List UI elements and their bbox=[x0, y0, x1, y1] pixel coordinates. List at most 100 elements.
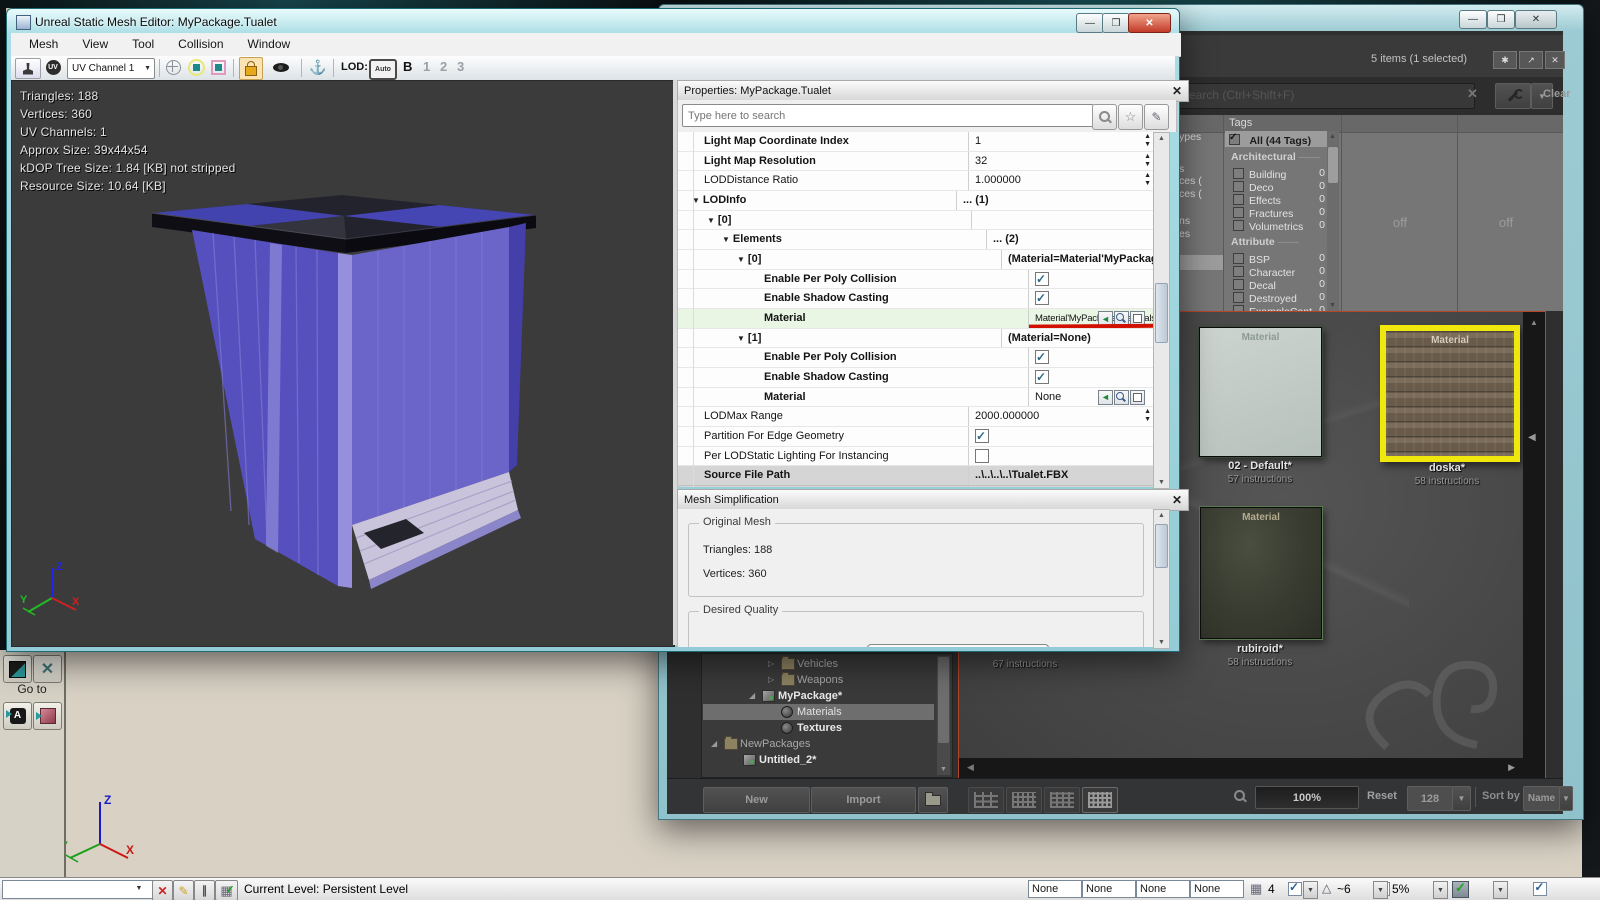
view-thumbs-button[interactable] bbox=[1044, 787, 1080, 813]
tags-scrollbar[interactable]: ▲ ▼ bbox=[1327, 131, 1339, 311]
asset-thumb-doska[interactable]: Material bbox=[1380, 325, 1520, 462]
cb-maximize-button[interactable]: ❒ bbox=[1487, 10, 1515, 29]
asset-name-selected[interactable]: doska* bbox=[1374, 462, 1520, 474]
status-none-field[interactable]: None bbox=[1028, 880, 1082, 898]
tree-item-untitled2[interactable]: Untitled_2* bbox=[703, 752, 934, 768]
no-autosave-button[interactable]: ✕ bbox=[152, 880, 173, 900]
value-spinner[interactable]: ▲▼ bbox=[1144, 153, 1151, 169]
camera-lock-button[interactable] bbox=[239, 57, 263, 80]
menu-window[interactable]: Window bbox=[236, 33, 303, 56]
thumb-size-field[interactable]: 128 bbox=[1407, 786, 1453, 811]
property-value[interactable]: 2000.000000▲▼ bbox=[968, 407, 1154, 426]
cb-minimize-button[interactable]: — bbox=[1459, 10, 1487, 29]
tag-checkbox[interactable] bbox=[1233, 194, 1244, 205]
tree-scrollbar[interactable]: ▼ bbox=[937, 656, 950, 775]
tree-item-weapons[interactable]: ▷Weapons bbox=[703, 672, 934, 688]
tree-item-newpackages[interactable]: ◢NewPackages bbox=[703, 736, 934, 752]
float-browser-button[interactable]: ↗ bbox=[1519, 51, 1543, 69]
property-value[interactable] bbox=[1028, 348, 1154, 367]
sme-maximize-button[interactable]: ❒ bbox=[1102, 13, 1130, 33]
cb-filter-wrench-button[interactable] bbox=[1495, 83, 1531, 109]
show-open-edges-button[interactable] bbox=[187, 58, 205, 77]
property-checkbox[interactable] bbox=[1035, 370, 1049, 384]
asset-name[interactable]: 02 - Default* bbox=[1187, 460, 1333, 472]
open-folder-button[interactable] bbox=[918, 787, 948, 813]
tree-item-textures[interactable]: Textures bbox=[703, 720, 934, 736]
lod-level-3[interactable]: 3 bbox=[457, 59, 464, 74]
tag-item-destroyed[interactable]: Destroyed bbox=[1233, 291, 1297, 305]
goto-actor-button[interactable]: A bbox=[3, 702, 32, 730]
tag-item-fractures[interactable]: Fractures bbox=[1233, 206, 1293, 220]
property-checkbox[interactable] bbox=[975, 429, 989, 443]
menu-view[interactable]: View bbox=[70, 33, 120, 56]
tree-item-materials[interactable]: Materials bbox=[703, 704, 934, 720]
property-value[interactable]: None◄ bbox=[1028, 388, 1154, 407]
value-spinner[interactable]: ▲▼ bbox=[1144, 133, 1151, 149]
tag-checkbox[interactable] bbox=[1233, 266, 1244, 277]
lod-base-button[interactable]: B bbox=[403, 59, 412, 74]
properties-search-input[interactable] bbox=[682, 104, 1094, 127]
property-checkbox[interactable] bbox=[1035, 291, 1049, 305]
value-spinner[interactable]: ▲▼ bbox=[1144, 408, 1151, 424]
quality-control-partial[interactable] bbox=[867, 644, 1049, 647]
cb-search-clear-x[interactable]: ✕ bbox=[1467, 86, 1478, 102]
mesh-simplification-scrollbar[interactable]: ▲ ▼ bbox=[1153, 509, 1170, 649]
uv-overlay-button[interactable]: UV bbox=[43, 58, 63, 77]
properties-close-icon[interactable]: ✕ bbox=[1172, 84, 1182, 98]
object-type-fragment[interactable]: es bbox=[1179, 228, 1190, 240]
tag-checkbox[interactable] bbox=[1233, 253, 1244, 264]
find-in-content-browser-button[interactable] bbox=[1114, 390, 1129, 405]
expand-arrow-icon[interactable]: ▼ bbox=[722, 235, 730, 244]
property-checkbox[interactable] bbox=[1035, 272, 1049, 286]
object-type-fragment[interactable]: ypes bbox=[1179, 131, 1201, 143]
property-value[interactable]: (Material=None) bbox=[1001, 329, 1154, 348]
lod-auto-button[interactable]: Auto bbox=[369, 59, 397, 80]
sme-minimize-button[interactable]: — bbox=[1076, 13, 1104, 33]
save-checkbox[interactable] bbox=[1533, 882, 1547, 896]
expand-arrow-icon[interactable]: ▼ bbox=[737, 255, 745, 264]
tree-collapsed-icon[interactable]: ▷ bbox=[768, 675, 774, 684]
realtime-preview-button[interactable] bbox=[269, 58, 293, 77]
tree-expanded-icon[interactable]: ◢ bbox=[711, 739, 717, 748]
asset-thumb-02-default[interactable]: Material bbox=[1199, 327, 1322, 457]
edit-filter-button[interactable]: ✎ bbox=[1144, 104, 1169, 130]
property-value[interactable]: 1▲▼ bbox=[968, 132, 1154, 151]
search-magnifier-button[interactable] bbox=[1092, 104, 1117, 130]
asset-thumb-rubiroid[interactable]: Material bbox=[1200, 507, 1322, 639]
volume-visibility-button[interactable] bbox=[3, 655, 32, 683]
hide-button[interactable]: ✕ bbox=[33, 655, 62, 683]
property-value[interactable] bbox=[1028, 289, 1154, 308]
expand-arrow-icon[interactable]: ▼ bbox=[737, 334, 745, 343]
property-checkbox[interactable] bbox=[975, 449, 989, 463]
asset-name[interactable]: rubiroid* bbox=[1187, 643, 1333, 655]
tag-checkbox[interactable] bbox=[1233, 207, 1244, 218]
tag-item-decal[interactable]: Decal bbox=[1233, 278, 1276, 292]
tree-expanded-icon[interactable]: ◢ bbox=[749, 691, 755, 700]
property-value[interactable] bbox=[968, 427, 1154, 446]
thumb-size-dropdown[interactable]: ▼ bbox=[1452, 786, 1471, 811]
zoom-reset-button[interactable]: Reset bbox=[1367, 790, 1397, 802]
status-none-field[interactable]: None bbox=[1190, 880, 1244, 898]
cb-clear-label[interactable]: Clear bbox=[1543, 88, 1571, 100]
tag-checkbox[interactable] bbox=[1233, 168, 1244, 179]
status-combo-dropdown[interactable]: ▼ bbox=[132, 881, 146, 896]
tree-item-vehicles[interactable]: ▷Vehicles bbox=[703, 656, 934, 672]
object-types-selected-row[interactable] bbox=[1177, 255, 1223, 270]
cb-close-button[interactable]: ✕ bbox=[1515, 10, 1557, 29]
socket-anchor-button[interactable]: ⚓ bbox=[307, 58, 329, 77]
property-value[interactable]: 1.000000▲▼ bbox=[968, 171, 1154, 190]
property-checkbox[interactable] bbox=[1035, 350, 1049, 364]
import-button[interactable]: Import bbox=[811, 787, 916, 813]
property-value[interactable] bbox=[1028, 368, 1154, 387]
tag-item-character[interactable]: Character bbox=[1233, 265, 1295, 279]
show-uv-seams-button[interactable] bbox=[209, 58, 227, 77]
use-selected-asset-button[interactable]: ◄ bbox=[1098, 390, 1113, 405]
favorites-star-button[interactable]: ☆ bbox=[1118, 104, 1143, 130]
object-type-fragment[interactable]: ces ( bbox=[1179, 188, 1202, 200]
lightmap-checkbox[interactable] bbox=[1288, 882, 1302, 896]
view-split-button[interactable] bbox=[1006, 787, 1042, 813]
object-type-fragment[interactable]: ns bbox=[1179, 215, 1190, 227]
asset-vertical-scrollbar[interactable]: ▲ ◀ bbox=[1523, 312, 1545, 779]
goto-builder-brush-button[interactable] bbox=[33, 702, 62, 730]
tag-checkbox[interactable] bbox=[1233, 292, 1244, 303]
